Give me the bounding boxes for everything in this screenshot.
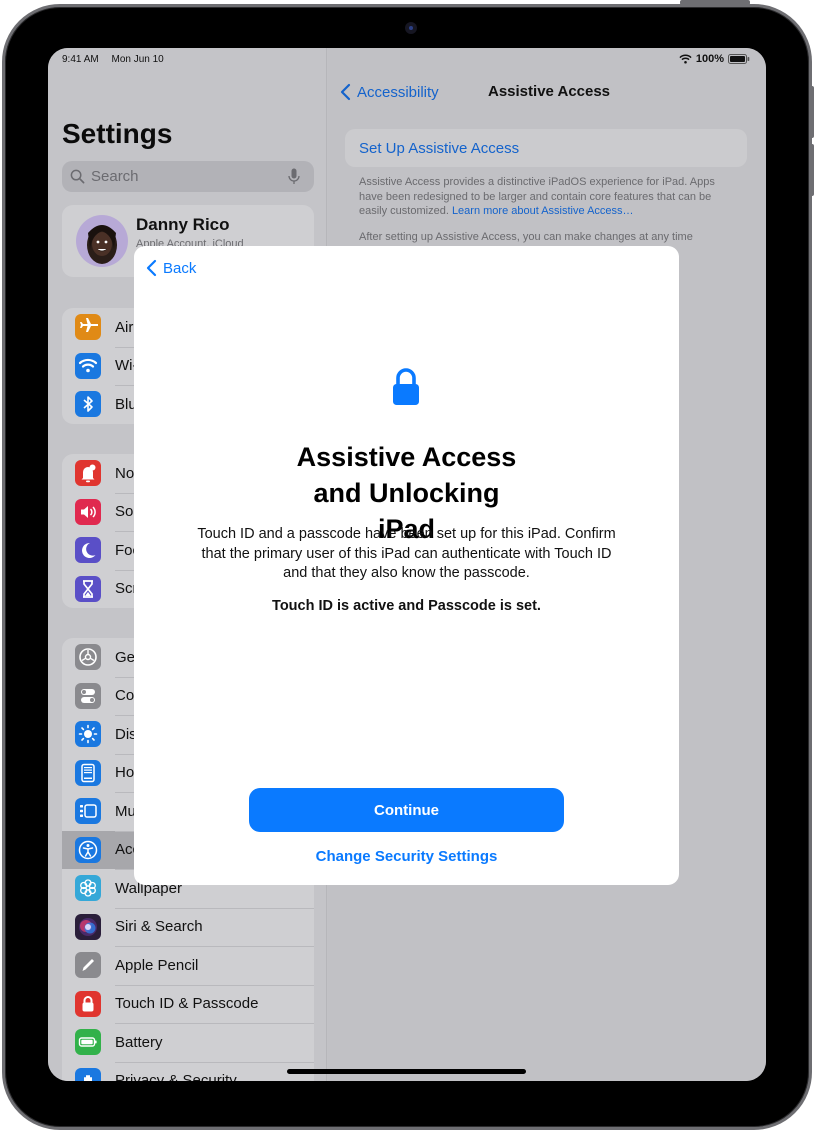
back-label: Accessibility — [357, 83, 439, 101]
siri-icon — [75, 913, 101, 940]
sidebar-item-label: Touch ID & Passcode — [115, 995, 259, 1013]
search-field[interactable]: Search — [62, 161, 314, 192]
lock-icon — [75, 990, 101, 1017]
screen: 9:41 AM Mon Jun 10 Settings Search Danny… — [48, 48, 766, 1081]
security-status: Touch ID is active and Passcode is set. — [272, 598, 541, 614]
continue-button[interactable]: Continue — [249, 788, 564, 832]
sidebar-item-label: Privacy & Security — [115, 1072, 237, 1081]
change-security-settings-button[interactable]: Change Security Settings — [134, 848, 679, 865]
battery-percent: 100% — [695, 53, 724, 65]
status-date: Mon Jun 10 — [111, 54, 164, 65]
assistive-access-description-2: After setting up Assistive Access, you c… — [359, 231, 693, 243]
sheet-body: Touch ID and a passcode have been set up… — [197, 526, 616, 581]
lock-icon — [393, 368, 419, 405]
back-button[interactable]: Back — [146, 259, 196, 277]
sidebar-item-siri-and-search[interactable]: Siri & Search — [62, 907, 314, 947]
wifi-icon — [679, 54, 692, 64]
back-label: Back — [163, 259, 197, 277]
multitasking-icon — [75, 798, 101, 825]
back-to-accessibility-button[interactable]: Accessibility — [340, 83, 439, 101]
search-placeholder: Search — [91, 168, 139, 185]
sidebar-item-battery[interactable]: Battery — [62, 1023, 314, 1062]
bluetooth-icon — [75, 391, 101, 418]
set-up-assistive-access-button[interactable]: Set Up Assistive Access — [345, 129, 747, 167]
learn-more-link[interactable]: Learn more about Assistive Access… — [452, 205, 634, 217]
sidebar-item-privacy-and-security[interactable]: Privacy & Security — [62, 1061, 314, 1081]
status-bar-right: 100% — [679, 53, 750, 65]
battery-icon — [75, 1029, 101, 1056]
microphone-icon[interactable] — [288, 168, 300, 185]
wifi-icon — [75, 352, 101, 379]
status-time: 9:41 AM — [62, 54, 99, 65]
sun-icon — [75, 721, 101, 748]
sidebar-item-touch-id-and-passcode[interactable]: Touch ID & Passcode — [62, 984, 314, 1024]
moon-icon — [75, 537, 101, 564]
sidebar-title: Settings — [62, 118, 173, 149]
status-bar-left: 9:41 AM Mon Jun 10 — [62, 54, 174, 65]
home-indicator[interactable] — [287, 1069, 526, 1074]
home-screen-icon — [75, 759, 101, 786]
accessibility-icon — [75, 836, 101, 863]
chevron-left-icon — [340, 83, 351, 101]
speaker-icon — [75, 498, 101, 525]
sidebar-item-apple-pencil[interactable]: Apple Pencil — [62, 946, 314, 985]
sidebar-item-label: Battery — [115, 1033, 163, 1051]
gear-icon — [75, 644, 101, 671]
airplane-icon — [75, 314, 101, 341]
assistive-access-description: Assistive Access provides a distinctive … — [359, 175, 739, 219]
sidebar-item-label: Apple Pencil — [115, 956, 199, 974]
bell-icon — [75, 460, 101, 487]
search-icon — [70, 169, 85, 184]
hourglass-icon — [75, 575, 101, 602]
chevron-left-icon — [146, 259, 157, 277]
profile-name: Danny Rico — [136, 215, 230, 234]
sidebar-item-label: Siri & Search — [115, 918, 203, 936]
toggles-icon — [75, 682, 101, 709]
detail-title: Assistive Access — [488, 83, 611, 100]
hand-icon — [75, 1067, 101, 1081]
avatar — [76, 215, 128, 267]
flower-icon — [75, 875, 101, 902]
camera-icon — [405, 22, 417, 34]
pencil-icon — [75, 952, 101, 979]
unlock-ipad-sheet: Back Assistive Access and Unlocking iPad… — [134, 246, 679, 885]
battery-icon — [728, 54, 750, 64]
